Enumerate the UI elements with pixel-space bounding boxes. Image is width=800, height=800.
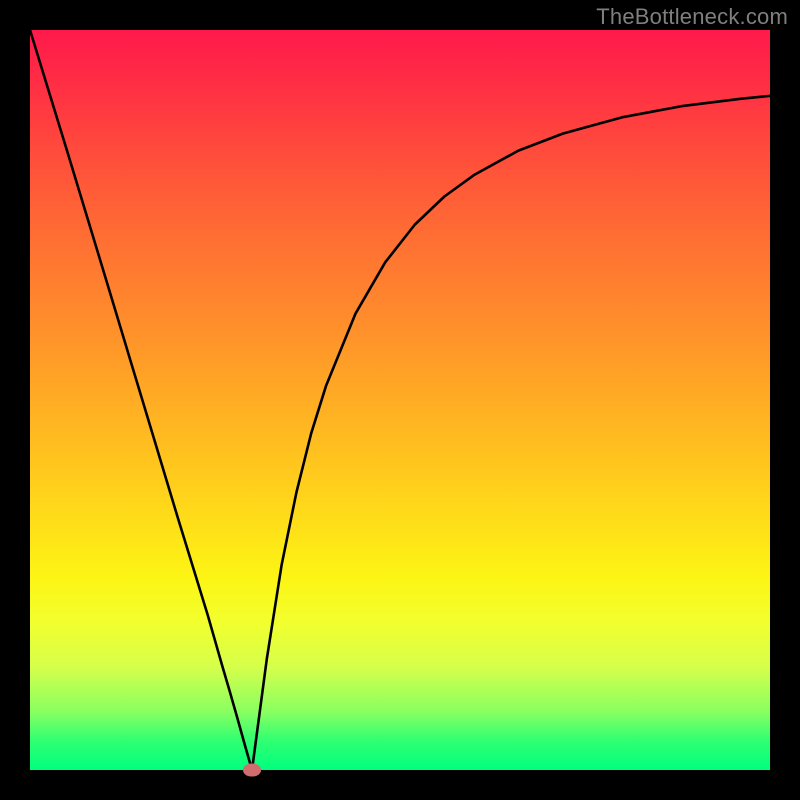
plot-area — [30, 30, 770, 770]
chart-frame: TheBottleneck.com — [0, 0, 800, 800]
curve-svg — [30, 30, 770, 770]
watermark-text: TheBottleneck.com — [596, 4, 788, 30]
minimum-marker — [243, 764, 261, 777]
